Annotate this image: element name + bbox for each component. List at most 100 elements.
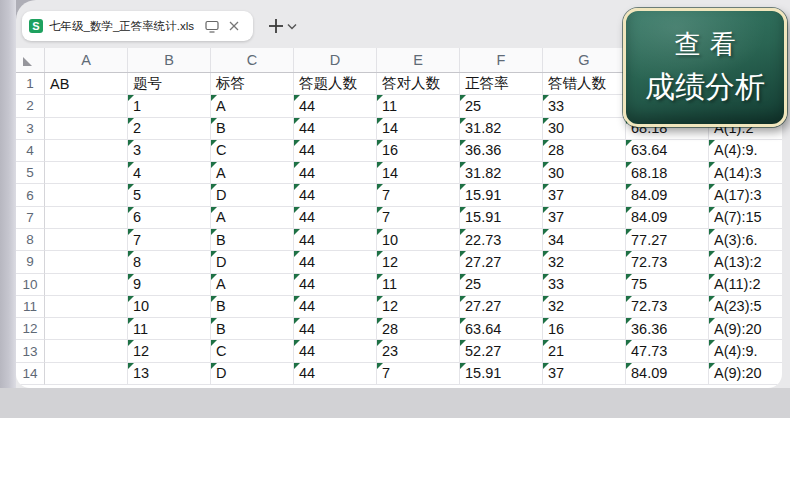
- cell-G14[interactable]: 37: [543, 363, 626, 385]
- cell-B1[interactable]: 题号: [128, 73, 211, 95]
- row-number-8[interactable]: 8: [16, 229, 45, 251]
- cell-I14[interactable]: A(9):20: [709, 363, 782, 385]
- tab-list-chevron-icon[interactable]: [284, 13, 300, 39]
- cell-A12[interactable]: [45, 318, 128, 340]
- cell-B14[interactable]: 13: [128, 363, 211, 385]
- cell-C10[interactable]: A: [211, 274, 294, 296]
- cell-A11[interactable]: [45, 296, 128, 318]
- row-number-1[interactable]: 1: [16, 73, 45, 95]
- cell-E12[interactable]: 28: [377, 318, 460, 340]
- cell-B3[interactable]: 2: [128, 118, 211, 140]
- cell-F10[interactable]: 25: [460, 274, 543, 296]
- cell-D10[interactable]: 44: [294, 274, 377, 296]
- cell-D11[interactable]: 44: [294, 296, 377, 318]
- cell-D6[interactable]: 44: [294, 184, 377, 206]
- cell-E9[interactable]: 12: [377, 251, 460, 273]
- row-number-3[interactable]: 3: [16, 118, 45, 140]
- row-number-11[interactable]: 11: [16, 296, 45, 318]
- cell-A7[interactable]: [45, 207, 128, 229]
- cell-B6[interactable]: 5: [128, 184, 211, 206]
- cell-A9[interactable]: [45, 251, 128, 273]
- cell-B10[interactable]: 9: [128, 274, 211, 296]
- cell-F5[interactable]: 31.82: [460, 162, 543, 184]
- cell-G9[interactable]: 32: [543, 251, 626, 273]
- cell-F3[interactable]: 31.82: [460, 118, 543, 140]
- column-header-D[interactable]: D: [294, 48, 377, 72]
- row-number-9[interactable]: 9: [16, 251, 45, 273]
- cell-D9[interactable]: 44: [294, 251, 377, 273]
- cell-A14[interactable]: [45, 363, 128, 385]
- cell-A2[interactable]: [45, 95, 128, 117]
- cell-E13[interactable]: 23: [377, 340, 460, 362]
- cell-B8[interactable]: 7: [128, 229, 211, 251]
- cell-F9[interactable]: 27.27: [460, 251, 543, 273]
- cell-C13[interactable]: C: [211, 340, 294, 362]
- cell-C6[interactable]: D: [211, 184, 294, 206]
- row-number-10[interactable]: 10: [16, 274, 45, 296]
- cell-D2[interactable]: 44: [294, 95, 377, 117]
- cell-H8[interactable]: 77.27: [626, 229, 709, 251]
- cell-H13[interactable]: 47.73: [626, 340, 709, 362]
- cell-H7[interactable]: 84.09: [626, 207, 709, 229]
- cell-C1[interactable]: 标答: [211, 73, 294, 95]
- cell-H5[interactable]: 68.18: [626, 162, 709, 184]
- cell-I13[interactable]: A(4):9.: [709, 340, 782, 362]
- column-header-C[interactable]: C: [211, 48, 294, 72]
- cell-I6[interactable]: A(17):3: [709, 184, 782, 206]
- cell-D7[interactable]: 44: [294, 207, 377, 229]
- cell-E8[interactable]: 10: [377, 229, 460, 251]
- cell-C8[interactable]: B: [211, 229, 294, 251]
- cell-H9[interactable]: 72.73: [626, 251, 709, 273]
- cell-G1[interactable]: 答错人数: [543, 73, 626, 95]
- cell-D3[interactable]: 44: [294, 118, 377, 140]
- cell-D1[interactable]: 答题人数: [294, 73, 377, 95]
- cell-C12[interactable]: B: [211, 318, 294, 340]
- row-number-12[interactable]: 12: [16, 318, 45, 340]
- cell-B7[interactable]: 6: [128, 207, 211, 229]
- cell-F12[interactable]: 63.64: [460, 318, 543, 340]
- cell-D5[interactable]: 44: [294, 162, 377, 184]
- cell-I8[interactable]: A(3):6.: [709, 229, 782, 251]
- cell-H10[interactable]: 75: [626, 274, 709, 296]
- close-tab-icon[interactable]: [228, 20, 240, 32]
- cell-C14[interactable]: D: [211, 363, 294, 385]
- row-number-2[interactable]: 2: [16, 95, 45, 117]
- cell-D13[interactable]: 44: [294, 340, 377, 362]
- cell-C11[interactable]: B: [211, 296, 294, 318]
- cell-E3[interactable]: 14: [377, 118, 460, 140]
- cell-C2[interactable]: A: [211, 95, 294, 117]
- cell-E14[interactable]: 7: [377, 363, 460, 385]
- cell-I10[interactable]: A(11):2: [709, 274, 782, 296]
- cell-F6[interactable]: 15.91: [460, 184, 543, 206]
- cell-A1[interactable]: AB: [45, 73, 128, 95]
- cell-C9[interactable]: D: [211, 251, 294, 273]
- cell-F11[interactable]: 27.27: [460, 296, 543, 318]
- cell-A8[interactable]: [45, 229, 128, 251]
- view-score-analysis-button[interactable]: 查看 成绩分析: [623, 8, 787, 127]
- cell-A5[interactable]: [45, 162, 128, 184]
- cell-F1[interactable]: 正答率: [460, 73, 543, 95]
- cell-A13[interactable]: [45, 340, 128, 362]
- row-number-13[interactable]: 13: [16, 340, 45, 362]
- share-screen-icon[interactable]: [205, 20, 219, 33]
- cell-D14[interactable]: 44: [294, 363, 377, 385]
- cell-D4[interactable]: 44: [294, 140, 377, 162]
- cell-E10[interactable]: 11: [377, 274, 460, 296]
- row-number-4[interactable]: 4: [16, 140, 45, 162]
- cell-I12[interactable]: A(9):20: [709, 318, 782, 340]
- cell-C7[interactable]: A: [211, 207, 294, 229]
- cell-G12[interactable]: 16: [543, 318, 626, 340]
- cell-F2[interactable]: 25: [460, 95, 543, 117]
- cell-G10[interactable]: 33: [543, 274, 626, 296]
- cell-G4[interactable]: 28: [543, 140, 626, 162]
- cell-G8[interactable]: 34: [543, 229, 626, 251]
- cell-E2[interactable]: 11: [377, 95, 460, 117]
- cell-A3[interactable]: [45, 118, 128, 140]
- cell-C3[interactable]: B: [211, 118, 294, 140]
- cell-E6[interactable]: 7: [377, 184, 460, 206]
- cell-B11[interactable]: 10: [128, 296, 211, 318]
- cell-H11[interactable]: 72.73: [626, 296, 709, 318]
- cell-F8[interactable]: 22.73: [460, 229, 543, 251]
- row-number-7[interactable]: 7: [16, 207, 45, 229]
- cell-G2[interactable]: 33: [543, 95, 626, 117]
